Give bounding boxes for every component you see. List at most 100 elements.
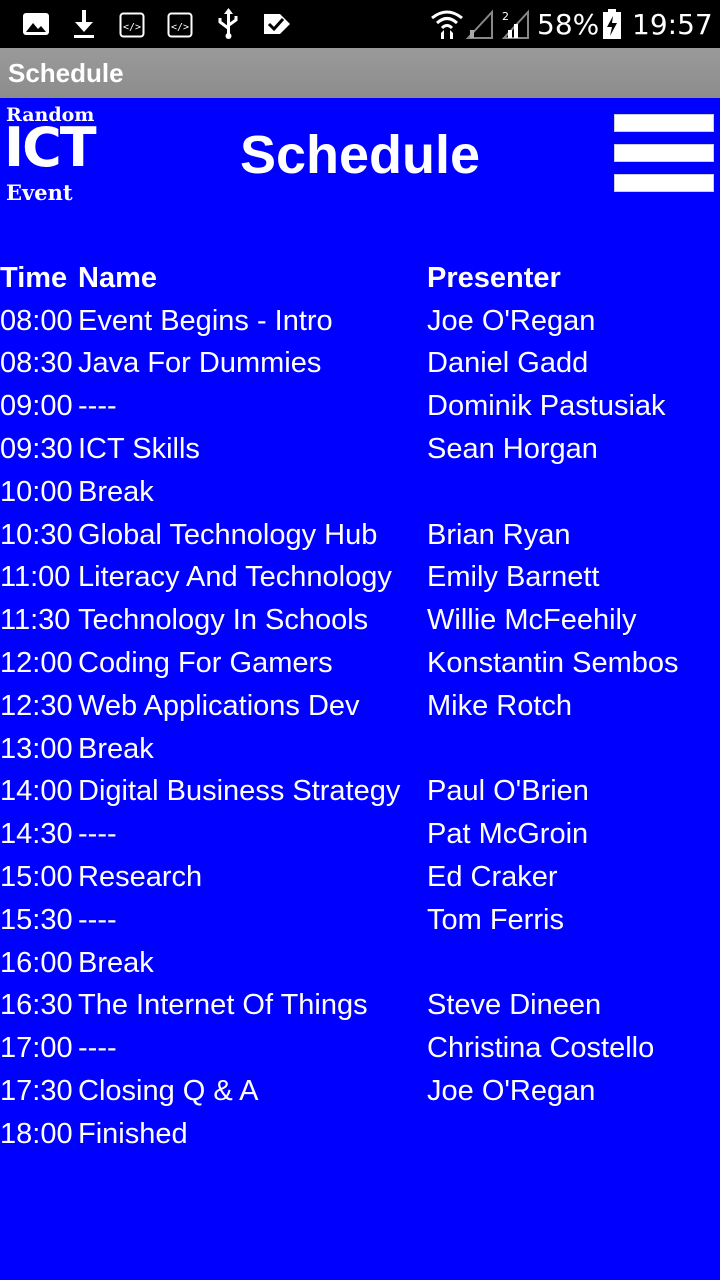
time-cell: 17:30 bbox=[0, 1075, 73, 1108]
svg-text:</>: </> bbox=[171, 22, 189, 33]
presenter-cell: Willie McFeehily bbox=[427, 604, 637, 637]
presenter-cell bbox=[427, 728, 720, 771]
time-cell: 09:30 bbox=[0, 433, 73, 466]
table-row: 09:30 ICT Skills Sean Horgan bbox=[0, 428, 720, 471]
column-header-presenter: Presenter bbox=[427, 261, 561, 294]
time-cell: 18:00 bbox=[0, 1117, 73, 1150]
presenter-cell bbox=[427, 1113, 720, 1156]
name-cell: ---- bbox=[78, 1032, 117, 1065]
column-header-name: Name bbox=[78, 261, 157, 294]
signal-icon bbox=[466, 9, 493, 39]
clock: 19:57 bbox=[632, 8, 713, 41]
menu-bar-middle bbox=[614, 144, 714, 162]
time-cell: 10:00 bbox=[0, 475, 73, 508]
table-row: 10:30 Global Technology Hub Brian Ryan bbox=[0, 514, 720, 557]
time-cell: 16:00 bbox=[0, 946, 73, 979]
status-bar: </> </> 2 58% 19:57 bbox=[0, 0, 720, 48]
name-cell: ---- bbox=[78, 903, 117, 936]
table-row: 17:30 Closing Q & A Joe O'Regan bbox=[0, 1070, 720, 1113]
table-row: 12:30 Web Applications Dev Mike Rotch bbox=[0, 685, 720, 728]
name-cell: Closing Q & A bbox=[78, 1075, 259, 1108]
name-cell: Global Technology Hub bbox=[78, 518, 378, 551]
time-cell: 14:00 bbox=[0, 775, 73, 808]
presenter-cell: Brian Ryan bbox=[427, 518, 571, 551]
table-header-row: Time Name Presenter bbox=[0, 257, 720, 300]
svg-text:2: 2 bbox=[502, 10, 509, 23]
presenter-cell: Paul O'Brien bbox=[427, 775, 589, 808]
name-cell: Digital Business Strategy bbox=[78, 775, 401, 808]
table-row: 11:30 Technology In Schools Willie McFeehi… bbox=[0, 599, 720, 642]
presenter-cell: Daniel Gadd bbox=[427, 347, 589, 380]
name-cell: Break bbox=[78, 946, 154, 979]
table-row: 11:00 Literacy And Technology Emily Barnet… bbox=[0, 557, 720, 600]
presenter-cell: Dominik Pastusiak bbox=[427, 390, 666, 423]
schedule-table: Time Name Presenter 08:00 Event Begins - … bbox=[0, 257, 720, 1156]
table-row: 15:30 ---- Tom Ferris bbox=[0, 899, 720, 942]
time-cell: 13:00 bbox=[0, 732, 73, 765]
time-cell: 11:00 bbox=[0, 561, 71, 594]
time-cell: 17:00 bbox=[0, 1032, 73, 1065]
name-cell: Research bbox=[78, 861, 203, 894]
table-row: 18:00 Finished bbox=[0, 1113, 720, 1156]
table-row: 08:00 Event Begins - Intro Joe O'Regan bbox=[0, 300, 720, 343]
task-icon bbox=[264, 14, 290, 34]
table-row: 10:00 Break bbox=[0, 471, 720, 514]
app-title-bar: Schedule bbox=[0, 48, 720, 98]
table-row: 14:30 ---- Pat McGroin bbox=[0, 813, 720, 856]
name-cell: Event Begins - Intro bbox=[78, 304, 333, 337]
name-cell: The Internet Of Things bbox=[78, 989, 368, 1022]
time-cell: 16:30 bbox=[0, 989, 73, 1022]
name-cell: ICT Skills bbox=[78, 433, 200, 466]
time-cell: 15:00 bbox=[0, 861, 73, 894]
time-cell: 09:00 bbox=[0, 390, 73, 423]
name-cell: ---- bbox=[78, 818, 117, 851]
code-icon: </> bbox=[167, 12, 193, 38]
name-cell: Literacy And Technology bbox=[78, 561, 392, 594]
name-cell: Java For Dummies bbox=[78, 347, 322, 380]
presenter-cell: Tom Ferris bbox=[427, 903, 564, 936]
presenter-cell: Steve Dineen bbox=[427, 989, 602, 1022]
time-cell: 11:30 bbox=[0, 604, 71, 637]
presenter-cell: Emily Barnett bbox=[427, 561, 600, 594]
time-cell: 10:30 bbox=[0, 518, 73, 551]
usb-icon bbox=[218, 8, 238, 39]
name-cell: Web Applications Dev bbox=[78, 689, 360, 722]
page-title: Schedule bbox=[239, 125, 481, 185]
download-icon bbox=[74, 10, 94, 38]
table-row: 16:30 The Internet Of Things Steve Dineen bbox=[0, 985, 720, 1028]
name-cell: Break bbox=[78, 732, 154, 765]
hamburger-menu-icon[interactable] bbox=[614, 114, 716, 194]
code-icon: </> bbox=[119, 12, 145, 38]
time-cell: 12:00 bbox=[0, 647, 73, 680]
battery-icon bbox=[603, 9, 621, 39]
presenter-cell: Sean Horgan bbox=[427, 433, 598, 466]
signal-2-icon: 2 bbox=[501, 9, 529, 39]
column-header-time: Time bbox=[0, 261, 68, 294]
table-row: 14:00 Digital Business Strategy Paul O'Bri… bbox=[0, 771, 720, 814]
table-row: 16:00 Break bbox=[0, 942, 720, 985]
name-cell: ---- bbox=[78, 390, 117, 423]
name-cell: Finished bbox=[78, 1117, 188, 1150]
table-row: 13:00 Break bbox=[0, 728, 720, 771]
presenter-cell: Christina Costello bbox=[427, 1032, 655, 1065]
presenter-cell: Konstantin Sembos bbox=[427, 647, 679, 680]
presenter-cell: Mike Rotch bbox=[427, 689, 573, 722]
presenter-cell: Ed Craker bbox=[427, 861, 558, 894]
menu-bar-bottom bbox=[614, 174, 714, 192]
table-row: 08:30 Java For Dummies Daniel Gadd bbox=[0, 343, 720, 386]
battery-percent: 58% bbox=[537, 8, 600, 41]
svg-text:</>: </> bbox=[123, 22, 141, 33]
name-cell: Technology In Schools bbox=[78, 604, 369, 637]
app-title: Schedule bbox=[8, 58, 124, 88]
time-cell: 12:30 bbox=[0, 689, 73, 722]
presenter-cell: Joe O'Regan bbox=[427, 304, 596, 337]
time-cell: 08:30 bbox=[0, 347, 73, 380]
presenter-cell: Joe O'Regan bbox=[427, 1075, 596, 1108]
table-row: 12:00 Coding For Gamers Konstantin Sembos bbox=[0, 642, 720, 685]
time-cell: 14:30 bbox=[0, 818, 73, 851]
menu-bar-top bbox=[614, 114, 714, 132]
time-cell: 15:30 bbox=[0, 903, 73, 936]
name-cell: Break bbox=[78, 475, 154, 508]
presenter-cell bbox=[427, 471, 720, 514]
table-row: 09:00 ---- Dominik Pastusiak bbox=[0, 385, 720, 428]
